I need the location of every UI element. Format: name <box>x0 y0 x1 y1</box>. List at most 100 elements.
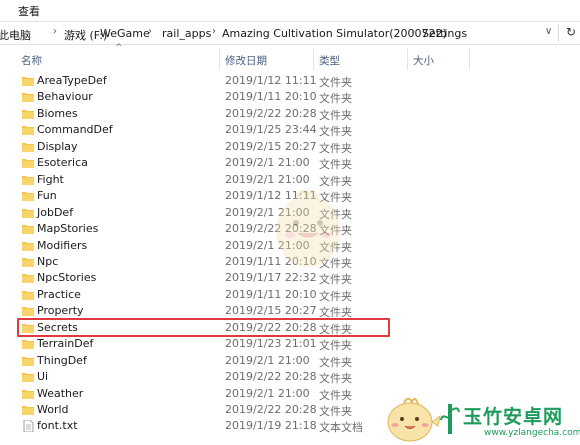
file-modified-date: 2019/2/1 21:00 <box>225 172 310 186</box>
file-name: font.txt <box>37 419 78 433</box>
file-modified-date: 2019/1/12 11:11 <box>225 74 317 87</box>
breadcrumb-rail-apps[interactable]: rail_apps <box>162 27 211 40</box>
address-bar[interactable]: 此电脑 › 游戏 (F:) › WeGame rail_apps › Amazi… <box>0 21 580 45</box>
folder-icon <box>22 290 34 300</box>
folder-icon <box>22 257 34 267</box>
file-row[interactable]: TerrainDef 2019/1/23 21:01 文件夹 <box>0 336 580 352</box>
file-row[interactable]: Practice 2019/1/11 20:10 文件夹 <box>0 287 580 303</box>
column-divider[interactable] <box>313 48 314 70</box>
site-logo-text: 玉竹安卓网 <box>463 406 564 428</box>
folder-icon <box>22 142 34 152</box>
file-name: JobDef <box>37 205 74 219</box>
folder-icon <box>22 406 34 415</box>
folder-icon <box>22 175 34 185</box>
file-modified-date: 2019/1/11 20:10 <box>225 90 317 104</box>
file-row[interactable]: Behaviour 2019/1/11 20:10 文件夹 <box>0 89 580 105</box>
breadcrumb-wegame[interactable]: WeGame <box>100 27 150 40</box>
file-name: Property <box>37 304 84 318</box>
file-row[interactable]: Ui 2019/2/22 20:28 文件夹 <box>0 369 580 385</box>
file-row[interactable]: Biomes 2019/2/22 20:28 文件夹 <box>0 106 580 122</box>
file-type: 文件夹 <box>319 76 352 89</box>
breadcrumb-this-pc[interactable]: 此电脑 <box>0 27 31 43</box>
chevron-right-icon[interactable]: › <box>411 26 415 37</box>
file-modified-date: 2019/2/22 20:28 <box>225 370 317 384</box>
menu-bar: 查看 <box>0 0 580 20</box>
file-type: 文件夹 <box>319 372 352 386</box>
file-name: AreaTypeDef <box>37 74 107 87</box>
file-type: 文件夹 <box>319 339 352 353</box>
file-name: Npc <box>37 254 59 268</box>
column-divider[interactable] <box>469 48 470 70</box>
file-type: 文件夹 <box>319 405 352 418</box>
file-row[interactable]: Weather 2019/2/1 21:00 文件夹 <box>0 386 580 402</box>
file-name: TerrainDef <box>37 337 94 351</box>
column-header: ^ 名称 修改日期 类型 大小 <box>0 43 580 71</box>
mascot-logo-icon <box>387 397 441 442</box>
file-type: 文件夹 <box>319 158 352 172</box>
file-name: NpcStories <box>37 271 97 285</box>
file-type: 文件夹 <box>319 125 352 139</box>
file-modified-date: 2019/2/1 21:00 <box>225 156 310 170</box>
folder-icon <box>22 340 34 350</box>
file-modified-date: 2019/2/15 20:27 <box>225 139 317 153</box>
breadcrumb-settings[interactable]: Settings <box>422 27 467 40</box>
file-row[interactable]: AreaTypeDef 2019/1/12 11:11 文件夹 <box>0 73 580 89</box>
file-type: 文件夹 <box>319 388 352 402</box>
file-name: Fun <box>37 189 57 203</box>
folder-icon <box>22 93 34 103</box>
column-divider[interactable] <box>407 48 408 70</box>
folder-icon <box>22 241 34 251</box>
folder-icon <box>22 389 34 399</box>
file-modified-date: 2019/2/15 20:27 <box>225 304 317 318</box>
file-type: 文件夹 <box>319 108 352 122</box>
folder-icon <box>22 109 34 119</box>
mascot-watermark-icon <box>276 190 340 267</box>
file-name: Fight <box>37 172 64 186</box>
file-modified-date: 2019/2/1 21:00 <box>225 353 310 367</box>
column-name[interactable]: 名称 <box>21 53 42 68</box>
file-name: Modifiers <box>37 238 88 252</box>
file-row[interactable]: CommandDef 2019/1/25 23:44 文件夹 <box>0 122 580 138</box>
highlight-box <box>17 318 390 337</box>
address-divider <box>558 24 559 42</box>
folder-icon <box>22 208 34 218</box>
file-modified-date: 2019/2/1 21:00 <box>225 386 310 400</box>
file-row[interactable]: Display 2019/2/15 20:27 文件夹 <box>0 139 580 155</box>
file-name: Display <box>37 139 78 153</box>
chevron-down-icon[interactable]: ∨ <box>545 26 552 37</box>
file-row[interactable]: ThingDef 2019/2/1 21:00 文件夹 <box>0 353 580 369</box>
file-modified-date: 2019/2/22 20:28 <box>225 403 317 416</box>
file-type: 文本文档 <box>319 421 363 435</box>
chevron-right-icon[interactable]: › <box>53 26 57 37</box>
file-name: MapStories <box>37 222 99 236</box>
file-modified-date: 2019/1/25 23:44 <box>225 123 317 137</box>
folder-icon <box>22 307 34 317</box>
sort-ascending-icon: ^ <box>115 43 123 53</box>
column-modified[interactable]: 修改日期 <box>225 53 267 68</box>
folder-icon <box>22 192 34 202</box>
folder-icon <box>22 274 34 284</box>
file-name: Esoterica <box>37 156 88 170</box>
column-type[interactable]: 类型 <box>319 53 340 68</box>
column-divider[interactable] <box>219 48 220 70</box>
chevron-right-icon[interactable]: › <box>212 26 216 37</box>
file-modified-date: 2019/2/22 20:28 <box>225 106 317 120</box>
file-type: 文件夹 <box>319 92 352 106</box>
folder-icon <box>22 77 34 86</box>
bamboo-logo-icon <box>440 404 460 434</box>
file-name: Ui <box>37 370 49 384</box>
folder-icon <box>22 225 34 235</box>
file-modified-date: 2019/1/11 20:10 <box>225 287 317 301</box>
folder-icon <box>22 356 34 366</box>
file-type: 文件夹 <box>319 289 352 303</box>
file-name: CommandDef <box>37 123 113 137</box>
file-type: 文件夹 <box>319 141 352 155</box>
column-size[interactable]: 大小 <box>413 53 434 68</box>
file-name: Biomes <box>37 106 78 120</box>
text-file-icon <box>23 420 34 433</box>
file-name: Practice <box>37 287 81 301</box>
file-row[interactable]: Esoterica 2019/2/1 21:00 文件夹 <box>0 155 580 171</box>
menu-view[interactable]: 查看 <box>18 3 40 19</box>
site-logo-url: www.yzlangecha.com <box>484 428 580 438</box>
refresh-icon[interactable]: ↻ <box>566 25 576 39</box>
